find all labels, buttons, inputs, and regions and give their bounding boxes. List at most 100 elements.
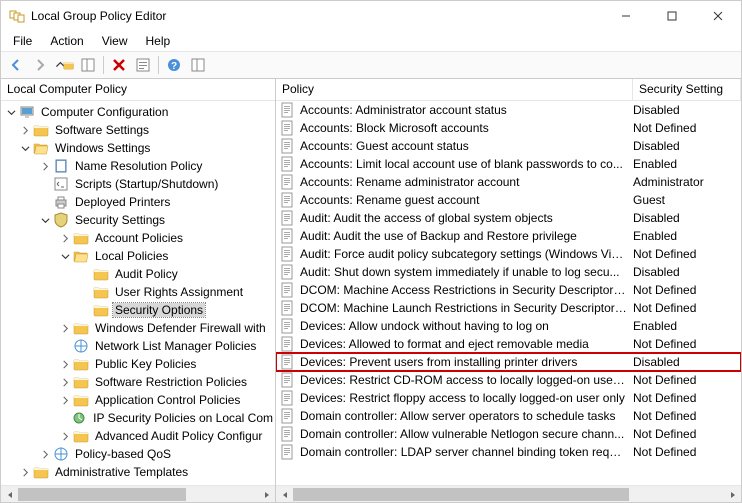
delete-button[interactable] — [108, 54, 130, 76]
policy-name: Domain controller: Allow vulnerable Netl… — [300, 427, 633, 441]
folder-icon — [93, 266, 109, 282]
tree-label: Windows Defender Firewall with — [93, 321, 268, 335]
tree-pane: Local Computer Policy Computer Configura… — [1, 79, 276, 502]
tree-item-user-rights-assignment[interactable]: User Rights Assignment — [1, 283, 275, 301]
list-row[interactable]: Accounts: Rename guest account Guest — [276, 191, 741, 209]
list-row[interactable]: Devices: Allowed to format and eject rem… — [276, 335, 741, 353]
chevron-down-icon[interactable] — [19, 142, 31, 154]
tree-item-deployed-printers[interactable]: Deployed Printers — [1, 193, 275, 211]
tree-item-security-settings[interactable]: Security Settings — [1, 211, 275, 229]
policy-setting: Not Defined — [633, 247, 741, 261]
policy-setting: Not Defined — [633, 391, 741, 405]
list-row[interactable]: DCOM: Machine Access Restrictions in Sec… — [276, 281, 741, 299]
chevron-right-icon[interactable] — [59, 430, 71, 442]
tree-item-scripts[interactable]: Scripts (Startup/Shutdown) — [1, 175, 275, 193]
chevron-right-icon[interactable] — [39, 160, 51, 172]
show-hide-tree-button[interactable] — [77, 54, 99, 76]
list-body[interactable]: Accounts: Administrator account status D… — [276, 101, 741, 485]
chevron-right-icon[interactable] — [59, 322, 71, 334]
chevron-right-icon[interactable] — [59, 232, 71, 244]
tree-item-administrative-templates[interactable]: Administrative Templates — [1, 463, 275, 481]
minimize-button[interactable] — [603, 1, 649, 31]
back-button[interactable] — [5, 54, 27, 76]
tree-item-software-restriction-policies[interactable]: Software Restriction Policies — [1, 373, 275, 391]
chevron-down-icon[interactable] — [39, 214, 51, 226]
list-row[interactable]: Domain controller: Allow server operator… — [276, 407, 741, 425]
tree-header[interactable]: Local Computer Policy — [1, 79, 275, 101]
list-row[interactable]: Devices: Restrict floppy access to local… — [276, 389, 741, 407]
chevron-right-icon[interactable] — [19, 466, 31, 478]
tree-item-audit-policy[interactable]: Audit Policy — [1, 265, 275, 283]
properties-button[interactable] — [132, 54, 154, 76]
tree-item-ip-security-policies[interactable]: IP Security Policies on Local Com — [1, 409, 275, 427]
chevron-right-icon[interactable] — [59, 358, 71, 370]
menu-action[interactable]: Action — [42, 32, 91, 50]
policy-setting: Disabled — [633, 355, 741, 369]
list-row[interactable]: Audit: Audit the access of global system… — [276, 209, 741, 227]
policy-setting: Not Defined — [633, 121, 741, 135]
chevron-down-icon[interactable] — [5, 106, 17, 118]
chevron-right-icon[interactable] — [19, 124, 31, 136]
list-row[interactable]: Audit: Shut down system immediately if u… — [276, 263, 741, 281]
tree-item-name-resolution-policy[interactable]: Name Resolution Policy — [1, 157, 275, 175]
chevron-down-icon[interactable] — [59, 250, 71, 262]
tree-label: Computer Configuration — [39, 105, 170, 119]
tree-item-account-policies[interactable]: Account Policies — [1, 229, 275, 247]
list-row[interactable]: Devices: Restrict CD-ROM access to local… — [276, 371, 741, 389]
chevron-right-icon[interactable] — [59, 376, 71, 388]
maximize-button[interactable] — [649, 1, 695, 31]
policy-icon — [280, 444, 296, 460]
tree-view[interactable]: Computer Configuration Software Settings… — [1, 101, 275, 485]
tree-item-windows-settings[interactable]: Windows Settings — [1, 139, 275, 157]
list-row[interactable]: Devices: Allow undock without having to … — [276, 317, 741, 335]
scroll-right-button[interactable] — [724, 486, 741, 502]
tree-label: Windows Settings — [53, 141, 152, 155]
tree-item-software-settings[interactable]: Software Settings — [1, 121, 275, 139]
tree-item-public-key-policies[interactable]: Public Key Policies — [1, 355, 275, 373]
scroll-left-button[interactable] — [1, 486, 18, 502]
tree-item-windows-defender-firewall[interactable]: Windows Defender Firewall with — [1, 319, 275, 337]
horizontal-scrollbar[interactable] — [1, 485, 275, 502]
list-row[interactable]: Accounts: Block Microsoft accounts Not D… — [276, 119, 741, 137]
column-header-setting[interactable]: Security Setting — [633, 79, 741, 100]
tree-item-security-options[interactable]: Security Options — [1, 301, 275, 319]
folder-open-icon — [73, 248, 89, 264]
folder-icon — [33, 122, 49, 138]
scroll-left-button[interactable] — [276, 486, 293, 502]
list-row[interactable]: Accounts: Administrator account status D… — [276, 101, 741, 119]
menu-help[interactable]: Help — [138, 32, 179, 50]
spacer — [79, 268, 91, 280]
policy-icon — [280, 120, 296, 136]
tree-label: Security Options — [113, 303, 205, 317]
list-row[interactable]: Accounts: Rename administrator account A… — [276, 173, 741, 191]
list-row[interactable]: Domain controller: Allow vulnerable Netl… — [276, 425, 741, 443]
close-button[interactable] — [695, 1, 741, 31]
menu-view[interactable]: View — [94, 32, 136, 50]
chevron-right-icon[interactable] — [59, 394, 71, 406]
policy-name: Audit: Audit the use of Backup and Resto… — [300, 229, 633, 243]
horizontal-scrollbar[interactable] — [276, 485, 741, 502]
menu-file[interactable]: File — [5, 32, 40, 50]
scroll-right-button[interactable] — [258, 486, 275, 502]
list-row[interactable]: DCOM: Machine Launch Restrictions in Sec… — [276, 299, 741, 317]
list-row[interactable]: Audit: Audit the use of Backup and Resto… — [276, 227, 741, 245]
list-row[interactable]: Domain controller: LDAP server channel b… — [276, 443, 741, 461]
list-row[interactable]: Devices: Prevent users from installing p… — [276, 353, 741, 371]
list-row[interactable]: Audit: Force audit policy subcategory se… — [276, 245, 741, 263]
tree-item-network-list-manager-policies[interactable]: Network List Manager Policies — [1, 337, 275, 355]
list-header: Policy Security Setting — [276, 79, 741, 101]
tree-item-advanced-audit-policy[interactable]: Advanced Audit Policy Configur — [1, 427, 275, 445]
column-header-policy[interactable]: Policy — [276, 79, 633, 100]
policy-name: Accounts: Administrator account status — [300, 103, 633, 117]
tree-item-local-policies[interactable]: Local Policies — [1, 247, 275, 265]
up-button[interactable] — [53, 54, 75, 76]
chevron-right-icon[interactable] — [39, 448, 51, 460]
tree-item-policy-based-qos[interactable]: Policy-based QoS — [1, 445, 275, 463]
filter-button[interactable] — [187, 54, 209, 76]
help-button[interactable] — [163, 54, 185, 76]
forward-button[interactable] — [29, 54, 51, 76]
tree-item-application-control-policies[interactable]: Application Control Policies — [1, 391, 275, 409]
tree-item-computer-configuration[interactable]: Computer Configuration — [1, 103, 275, 121]
list-row[interactable]: Accounts: Limit local account use of bla… — [276, 155, 741, 173]
list-row[interactable]: Accounts: Guest account status Disabled — [276, 137, 741, 155]
